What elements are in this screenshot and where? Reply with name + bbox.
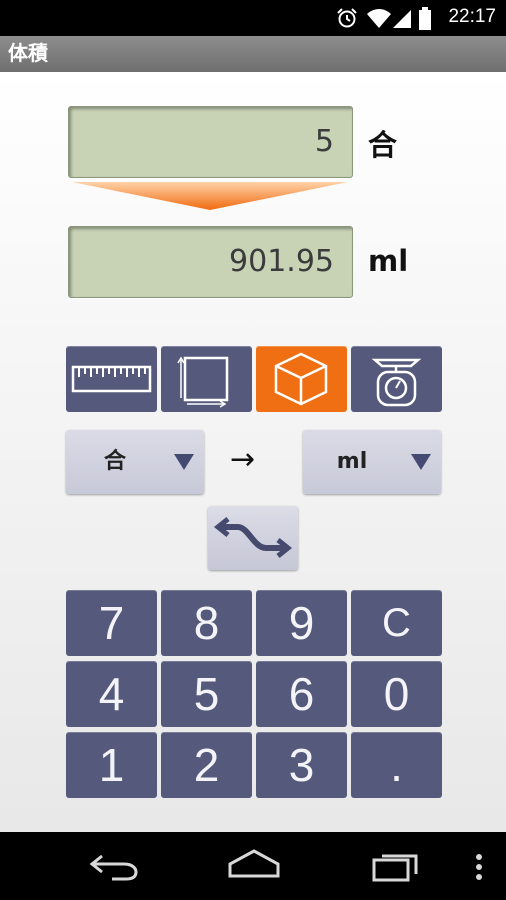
converter-panel: 5 合 901.95 ml 合 → ml 7 8 9 C 4 5 6 0 1 2…	[0, 72, 506, 832]
wifi-icon	[367, 9, 391, 28]
ruler-icon	[71, 365, 152, 393]
battery-icon	[419, 7, 431, 30]
from-unit-select[interactable]: 合	[66, 430, 204, 494]
scale-icon	[371, 358, 422, 407]
to-unit-value: ml	[336, 449, 368, 474]
home-icon[interactable]	[226, 848, 282, 882]
alarm-icon	[337, 8, 357, 28]
page-title: 体積	[0, 36, 506, 72]
key-0[interactable]: 0	[351, 661, 442, 727]
output-unit-label: ml	[368, 244, 409, 278]
key-6[interactable]: 6	[256, 661, 347, 727]
navigation-bar	[0, 832, 506, 900]
swap-units-button[interactable]	[208, 506, 298, 570]
swap-icon	[213, 517, 293, 558]
output-display: 901.95	[68, 226, 353, 298]
recent-apps-icon[interactable]	[370, 850, 420, 884]
from-unit-value: 合	[103, 449, 126, 474]
signal-icon	[393, 10, 411, 28]
clock: 22:17	[448, 6, 496, 27]
area-category-button[interactable]	[161, 346, 252, 412]
overflow-menu-icon[interactable]	[474, 852, 484, 882]
weight-category-button[interactable]	[351, 346, 442, 412]
volume-category-button[interactable]	[256, 346, 347, 412]
key-8[interactable]: 8	[161, 590, 252, 656]
length-category-button[interactable]	[66, 346, 157, 412]
key-4[interactable]: 4	[66, 661, 157, 727]
decimal-point-button[interactable]: .	[351, 732, 442, 798]
conversion-arrow: →	[230, 442, 256, 477]
chevron-down-icon	[174, 454, 194, 470]
key-9[interactable]: 9	[256, 590, 347, 656]
input-unit-label: 合	[368, 128, 398, 162]
to-unit-select[interactable]: ml	[303, 430, 441, 494]
key-7[interactable]: 7	[66, 590, 157, 656]
square-icon	[177, 356, 229, 408]
chevron-down-icon	[411, 454, 431, 470]
clear-button[interactable]: C	[351, 590, 442, 656]
key-3[interactable]: 3	[256, 732, 347, 798]
input-display[interactable]: 5	[68, 106, 353, 178]
cube-icon	[274, 352, 328, 406]
down-arrow-icon	[72, 182, 348, 210]
key-2[interactable]: 2	[161, 732, 252, 798]
back-icon[interactable]	[88, 850, 140, 882]
status-bar: 22:17	[0, 0, 506, 36]
key-1[interactable]: 1	[66, 732, 157, 798]
key-5[interactable]: 5	[161, 661, 252, 727]
